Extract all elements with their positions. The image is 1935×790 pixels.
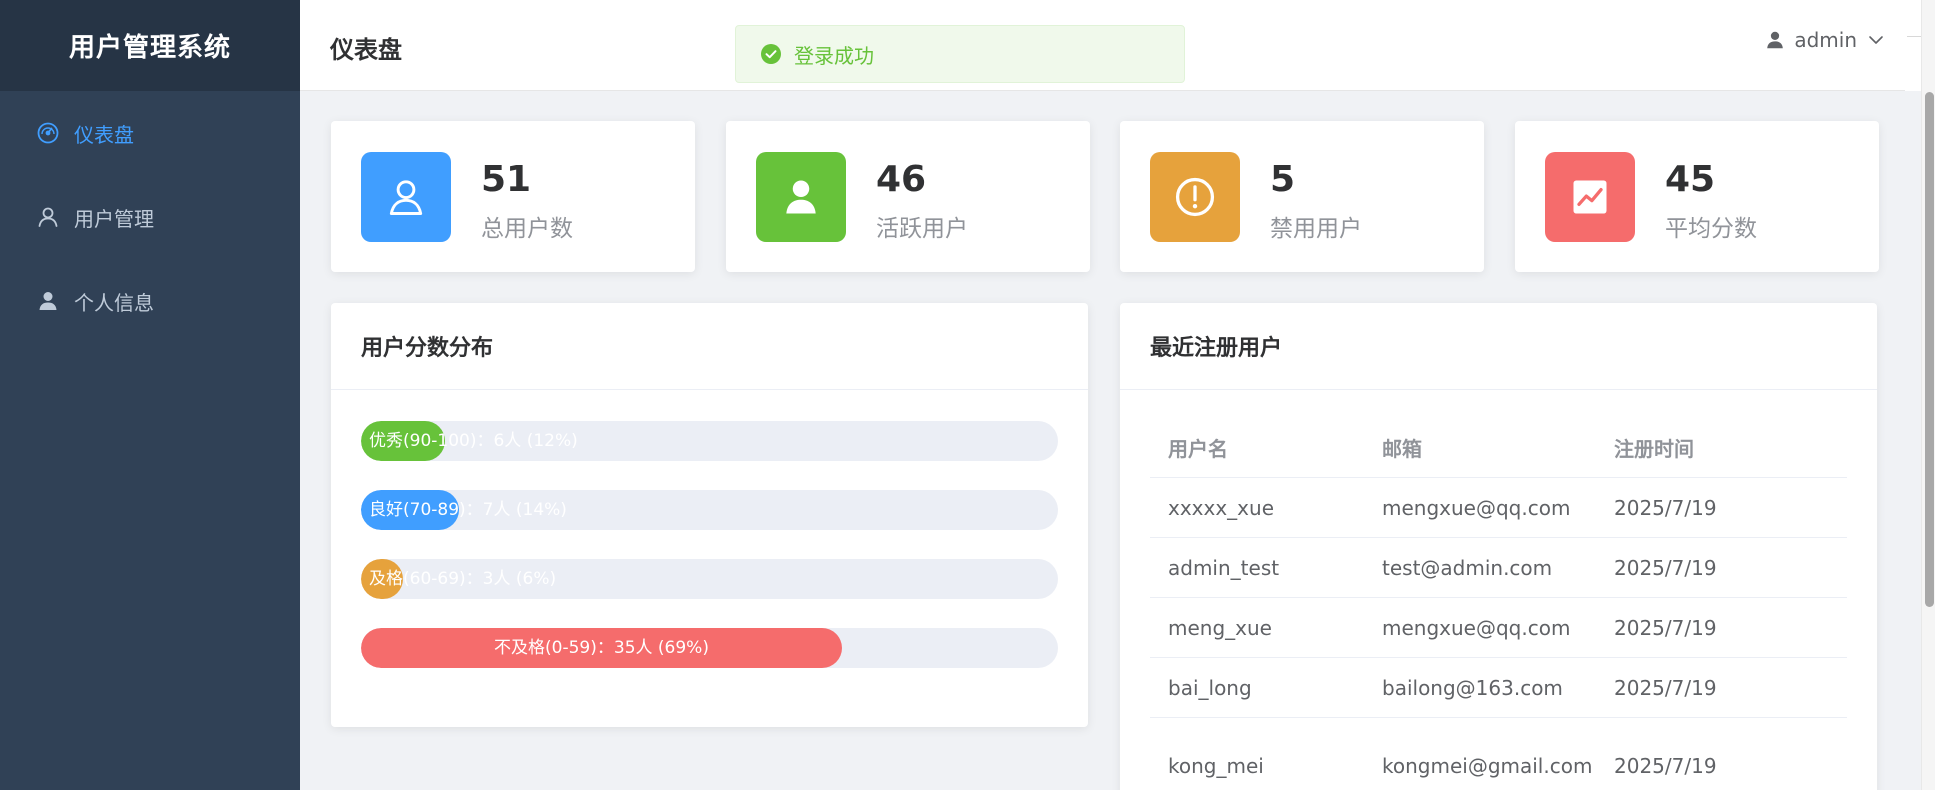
score-bar: 良好(70-89)：7人 (14%) — [361, 490, 1058, 530]
column-header-email: 邮箱 — [1382, 437, 1422, 461]
panel-header: 最近注册用户 — [1120, 303, 1877, 390]
table-row[interactable]: kong_mei kongmei@gmail.com 2025/7/19 — [1150, 718, 1847, 790]
stat-value: 51 — [481, 159, 532, 200]
table-row[interactable]: meng_xue mengxue@qq.com 2025/7/19 — [1150, 598, 1847, 658]
sidebar-menu: 仪表盘 用户管理 个人信息 — [0, 91, 300, 343]
user-icon — [361, 152, 451, 242]
table-row[interactable]: xxxxx_xue mengxue@qq.com 2025/7/19 — [1150, 478, 1847, 538]
sidebar-item-label: 仪表盘 — [74, 122, 134, 147]
score-bar-label: 及格(60-69)：3人 (6%) — [369, 569, 557, 589]
user-filled-icon — [1764, 29, 1786, 51]
cell-email: bailong@163.com — [1382, 675, 1563, 700]
scrollbar[interactable] — [1921, 0, 1935, 790]
stat-value: 45 — [1665, 159, 1716, 200]
score-bar-label: 优秀(90-100)：6人 (12%) — [369, 431, 578, 451]
score-bar-label: 不及格(0-59)：35人 (69%) — [494, 638, 709, 658]
sidebar-item-user-management[interactable]: 用户管理 — [0, 175, 300, 259]
sidebar-header: 用户管理系统 — [0, 0, 300, 91]
stat-card-active-users: 46 活跃用户 — [726, 121, 1090, 272]
cell-email: test@admin.com — [1382, 555, 1553, 580]
cell-registered: 2025/7/19 — [1614, 495, 1717, 520]
cell-username: kong_mei — [1168, 753, 1264, 778]
user-icon — [36, 205, 60, 229]
stat-label: 活跃用户 — [876, 216, 968, 242]
cell-username: meng_xue — [1168, 615, 1272, 640]
recent-users-panel: 最近注册用户 用户名 邮箱 注册时间 xxxxx_xue mengxue@qq.… — [1120, 303, 1877, 790]
panel-title: 最近注册用户 — [1150, 336, 1283, 361]
cell-username: bai_long — [1168, 675, 1252, 700]
warning-icon — [1150, 152, 1240, 242]
top-strip — [1905, 0, 1921, 91]
cell-username: admin_test — [1168, 555, 1280, 580]
table-row[interactable]: admin_test test@admin.com 2025/7/19 — [1150, 538, 1847, 598]
recent-users-table: 用户名 邮箱 注册时间 xxxxx_xue mengxue@qq.com 202… — [1150, 418, 1847, 790]
cell-email: mengxue@qq.com — [1382, 495, 1571, 520]
table-row[interactable]: bai_long bailong@163.com 2025/7/19 — [1150, 658, 1847, 718]
user-name: admin — [1794, 28, 1857, 52]
sidebar-item-label: 用户管理 — [74, 206, 154, 231]
trend-chart-icon — [1545, 152, 1635, 242]
cell-registered: 2025/7/19 — [1614, 555, 1717, 580]
scrollbar-thumb[interactable] — [1925, 92, 1934, 607]
panel-title: 用户分数分布 — [361, 336, 494, 361]
score-distribution-panel: 用户分数分布 优秀(90-100)：6人 (12%) 良好(70-89)：7人 … — [331, 303, 1088, 727]
cell-registered: 2025/7/19 — [1614, 753, 1717, 778]
sidebar-item-profile[interactable]: 个人信息 — [0, 259, 300, 343]
user-filled-icon — [756, 152, 846, 242]
score-bar-label: 良好(70-89)：7人 (14%) — [369, 500, 567, 520]
score-bar: 不及格(0-59)：35人 (69%) — [361, 628, 1058, 668]
panel-header: 用户分数分布 — [331, 303, 1088, 390]
cell-email: mengxue@qq.com — [1382, 615, 1571, 640]
stat-value: 46 — [876, 159, 927, 200]
cell-registered: 2025/7/19 — [1614, 675, 1717, 700]
user-filled-icon — [36, 289, 60, 313]
dashboard-icon — [36, 121, 60, 145]
stat-label: 总用户数 — [481, 216, 573, 242]
column-header-registered: 注册时间 — [1614, 437, 1694, 461]
score-bar: 优秀(90-100)：6人 (12%) — [361, 421, 1058, 461]
sidebar: 用户管理系统 仪表盘 用户管理 个人信息 — [0, 0, 300, 790]
stat-card-average-score: 45 平均分数 — [1515, 121, 1879, 272]
page-title: 仪表盘 — [330, 36, 402, 64]
sidebar-item-label: 个人信息 — [74, 290, 154, 315]
app-title: 用户管理系统 — [68, 33, 231, 63]
cell-registered: 2025/7/19 — [1614, 615, 1717, 640]
stat-label: 平均分数 — [1665, 216, 1757, 242]
score-bar: 及格(60-69)：3人 (6%) — [361, 559, 1058, 599]
success-toast: 登录成功 — [735, 25, 1185, 83]
cell-email: kongmei@gmail.com — [1382, 753, 1593, 778]
stat-card-disabled-users: 5 禁用用户 — [1120, 121, 1484, 272]
chevron-down-icon — [1867, 31, 1885, 49]
user-dropdown[interactable]: admin — [1764, 28, 1885, 52]
sidebar-item-dashboard[interactable]: 仪表盘 — [0, 91, 300, 175]
toast-message: 登录成功 — [794, 43, 874, 68]
stat-label: 禁用用户 — [1270, 216, 1362, 242]
cell-username: xxxxx_xue — [1168, 495, 1274, 520]
column-header-username: 用户名 — [1168, 437, 1228, 461]
stat-card-total-users: 51 总用户数 — [331, 121, 695, 272]
check-circle-icon — [760, 43, 782, 65]
table-header-row: 用户名 邮箱 注册时间 — [1150, 418, 1847, 478]
stat-value: 5 — [1270, 159, 1296, 200]
